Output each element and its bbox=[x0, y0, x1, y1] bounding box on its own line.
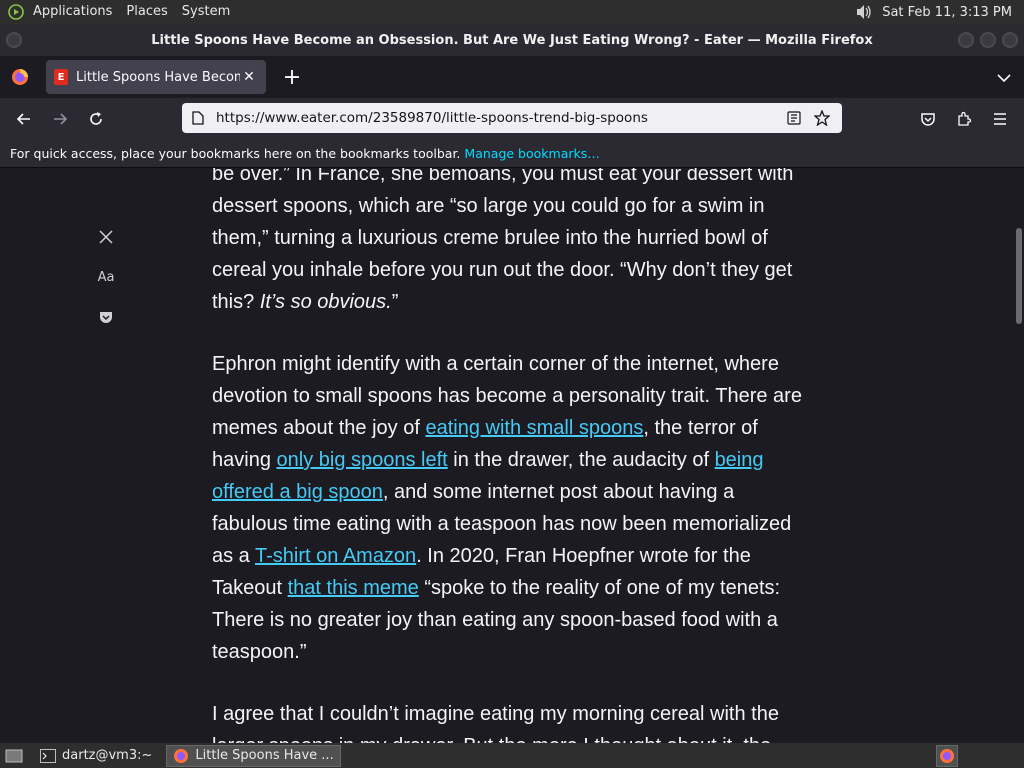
extensions-icon[interactable] bbox=[946, 103, 982, 135]
article-body: be over.” In France, she bemoans, you mu… bbox=[212, 168, 812, 743]
show-desktop-icon[interactable] bbox=[2, 745, 26, 767]
firefox-view-icon[interactable] bbox=[0, 56, 40, 98]
terminal-icon bbox=[40, 748, 56, 764]
tray-firefox-icon[interactable] bbox=[936, 745, 958, 767]
minimize-button[interactable] bbox=[958, 32, 974, 48]
list-all-tabs-icon[interactable] bbox=[994, 68, 1014, 88]
maximize-button[interactable] bbox=[980, 32, 996, 48]
new-tab-button[interactable]: + bbox=[274, 60, 310, 94]
paragraph-2: Ephron might identify with a certain cor… bbox=[212, 348, 812, 668]
url-bar[interactable]: https://www.eater.com/23589870/little-sp… bbox=[182, 103, 842, 133]
paragraph-3: I agree that I couldn’t imagine eating m… bbox=[212, 703, 779, 743]
link-eating-with-small-spoons[interactable]: eating with small spoons bbox=[425, 417, 643, 439]
reload-button[interactable] bbox=[78, 103, 114, 135]
page-icon[interactable] bbox=[190, 110, 206, 126]
bookmarks-toolbar: For quick access, place your bookmarks h… bbox=[0, 140, 1024, 168]
back-button[interactable] bbox=[6, 103, 42, 135]
top-panel: Applications Places System Sat Feb 11, 3… bbox=[0, 0, 1024, 24]
volume-icon[interactable] bbox=[854, 2, 874, 22]
window-menu-button[interactable] bbox=[6, 32, 22, 48]
tab-strip: E Little Spoons Have Become an Obsession… bbox=[0, 56, 1024, 98]
link-that-this-meme[interactable]: that this meme bbox=[288, 577, 419, 599]
paragraph-1: be over.” In France, she bemoans, you mu… bbox=[212, 168, 812, 318]
link-tshirt-on-amazon[interactable]: T-shirt on Amazon bbox=[255, 545, 416, 567]
close-window-button[interactable] bbox=[1002, 32, 1018, 48]
manage-bookmarks-link[interactable]: Manage bookmarks… bbox=[464, 146, 599, 161]
nav-toolbar: https://www.eater.com/23589870/little-sp… bbox=[0, 98, 1024, 140]
app-menu-icon[interactable] bbox=[982, 103, 1018, 135]
window-titlebar[interactable]: Little Spoons Have Become an Obsession. … bbox=[0, 24, 1024, 56]
type-controls-button[interactable]: Aa bbox=[88, 262, 124, 292]
page-scrollbar[interactable] bbox=[1016, 228, 1022, 324]
gnome-foot-icon[interactable] bbox=[6, 2, 26, 22]
p2-text-3: in the drawer, the audacity of bbox=[447, 449, 715, 471]
task-firefox-label: Little Spoons Have ... bbox=[195, 748, 334, 763]
tab-close-icon[interactable]: ✕ bbox=[240, 68, 258, 86]
tab-eater-article[interactable]: E Little Spoons Have Become an Obsession… bbox=[46, 60, 266, 94]
firefox-icon bbox=[173, 748, 189, 764]
close-reader-icon[interactable] bbox=[88, 222, 124, 252]
menu-system[interactable]: System bbox=[175, 0, 237, 24]
save-to-pocket-icon[interactable] bbox=[88, 302, 124, 332]
bottom-taskbar: dartz@vm3:~ Little Spoons Have ... bbox=[0, 743, 1024, 768]
p1-emphasis: It’s so obvious. bbox=[259, 291, 392, 313]
reader-view: Aa be over.” In France, she bemoans, you… bbox=[0, 168, 1024, 743]
menu-places[interactable]: Places bbox=[119, 0, 174, 24]
eater-favicon-icon: E bbox=[54, 69, 68, 85]
toolbar-right bbox=[910, 103, 1018, 135]
tab-label: Little Spoons Have Become an Obsession. … bbox=[76, 69, 240, 85]
panel-clock[interactable]: Sat Feb 11, 3:13 PM bbox=[882, 5, 1012, 20]
task-terminal-label: dartz@vm3:~ bbox=[62, 748, 153, 763]
bookmarks-message: For quick access, place your bookmarks h… bbox=[10, 146, 461, 161]
task-firefox[interactable]: Little Spoons Have ... bbox=[166, 744, 341, 767]
pocket-icon[interactable] bbox=[910, 103, 946, 135]
forward-button[interactable] bbox=[42, 103, 78, 135]
url-text[interactable]: https://www.eater.com/23589870/little-sp… bbox=[216, 110, 778, 126]
link-only-big-spoons-left[interactable]: only big spoons left bbox=[277, 449, 448, 471]
window-title: Little Spoons Have Become an Obsession. … bbox=[151, 32, 873, 48]
p1-text-end: ” bbox=[391, 291, 399, 313]
bookmark-star-icon[interactable] bbox=[810, 106, 834, 130]
reader-view-icon[interactable] bbox=[782, 106, 806, 130]
menu-applications[interactable]: Applications bbox=[26, 0, 119, 24]
task-terminal[interactable]: dartz@vm3:~ bbox=[34, 745, 158, 767]
